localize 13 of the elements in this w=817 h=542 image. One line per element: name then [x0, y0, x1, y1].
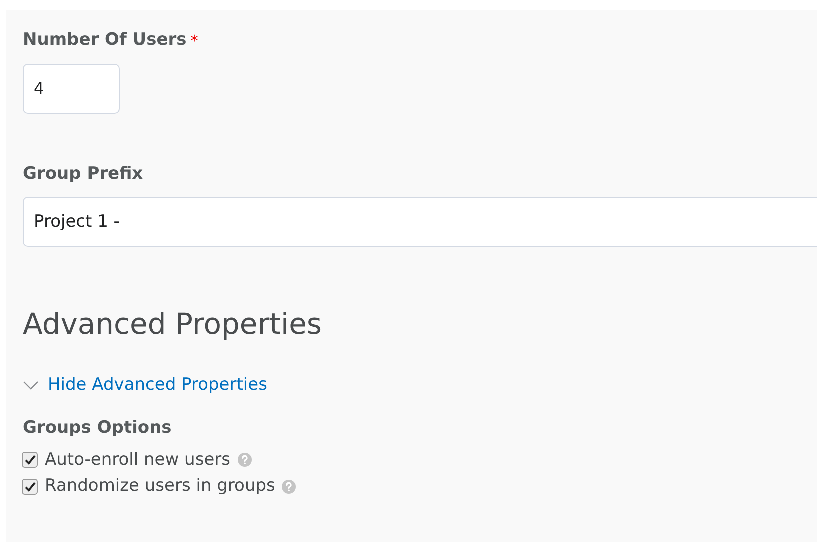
field-label: Number Of Users: [23, 29, 187, 52]
checkbox[interactable]: [22, 478, 38, 495]
input-field[interactable]: 4: [23, 64, 120, 114]
section-heading: Advanced Properties: [23, 306, 324, 343]
group-label: Groups Options: [23, 417, 173, 440]
input-field[interactable]: Project 1 -: [23, 197, 817, 247]
required-mark: *: [190, 30, 198, 52]
field-label: Group Prefix: [23, 162, 144, 186]
checkbox-label: Randomize users in groups: [45, 475, 276, 498]
chevron-icon: [23, 380, 39, 390]
toggle-link[interactable]: Hide Advanced Properties: [23, 372, 268, 398]
checkbox-label: Auto-enroll new users: [45, 448, 230, 472]
checkbox[interactable]: [22, 452, 38, 468]
